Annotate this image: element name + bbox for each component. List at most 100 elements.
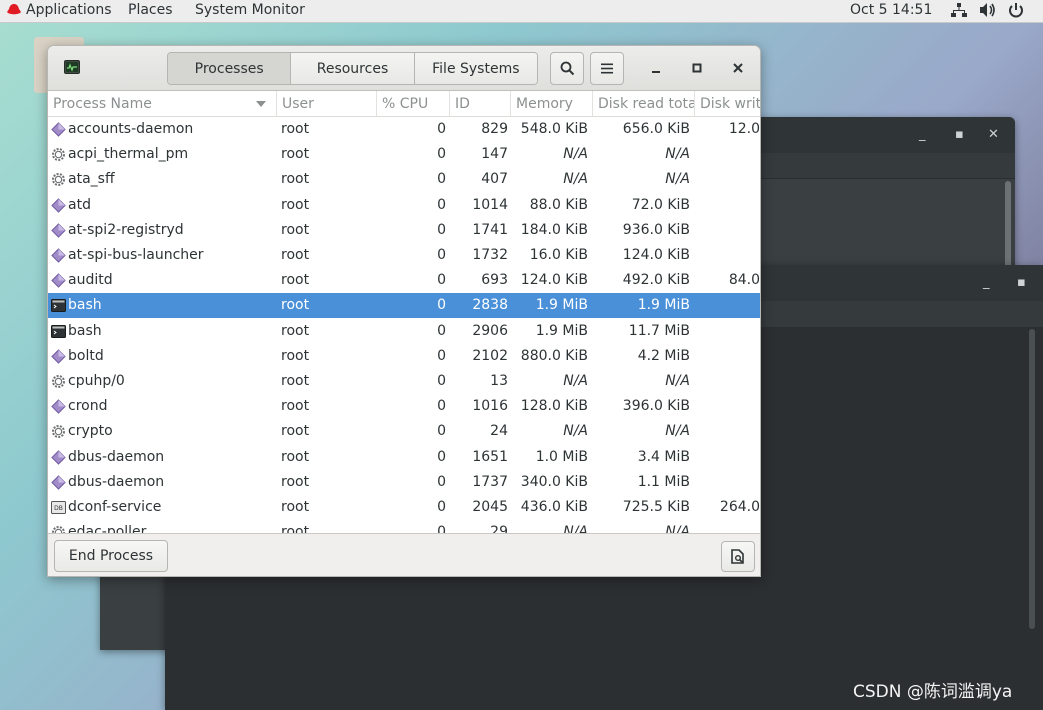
background-2-minimize-icon[interactable]: _ bbox=[983, 275, 990, 290]
tab-file-systems[interactable]: File Systems bbox=[413, 53, 537, 84]
process-id: 2045 bbox=[472, 499, 508, 515]
minimize-button[interactable] bbox=[647, 59, 665, 77]
process-memory: 16.0 KiB bbox=[529, 247, 588, 263]
clock[interactable]: Oct 5 14:51 bbox=[850, 2, 932, 18]
process-id: 693 bbox=[481, 272, 508, 289]
watermark: CSDN @陈词滥调ya bbox=[853, 682, 1013, 702]
places-menu[interactable]: Places bbox=[128, 2, 173, 18]
process-name: bash bbox=[68, 297, 102, 314]
table-row[interactable]: bash root 0 2906 1.9 MiB 11.7 MiB bbox=[48, 319, 760, 344]
column-user[interactable]: User bbox=[276, 91, 376, 117]
process-name: at-spi-bus-launcher bbox=[68, 247, 204, 263]
process-name: crypto bbox=[68, 423, 113, 440]
table-row[interactable]: acpi_thermal_pm root 0 147 N/A N/A bbox=[48, 142, 760, 167]
column-memory[interactable]: Memory bbox=[510, 91, 592, 117]
process-memory: N/A bbox=[563, 423, 588, 440]
process-name: accounts-daemon bbox=[68, 121, 194, 137]
process-memory: N/A bbox=[563, 171, 588, 188]
process-cpu: 0 bbox=[437, 347, 446, 364]
process-user: root bbox=[281, 423, 310, 440]
end-process-button[interactable]: End Process bbox=[54, 540, 168, 572]
process-name: acpi_thermal_pm bbox=[68, 146, 189, 163]
process-disk-read: 4.2 MiB bbox=[637, 347, 690, 364]
process-disk-write bbox=[692, 293, 760, 318]
table-row[interactable]: cpuhp/0 root 0 13 N/A N/A bbox=[48, 369, 760, 394]
applications-menu[interactable]: Applications bbox=[6, 2, 112, 18]
process-id: 147 bbox=[481, 146, 508, 163]
process-disk-write bbox=[692, 419, 760, 444]
process-disk-write: 12.0 bbox=[728, 121, 760, 137]
background-close-icon[interactable]: ✕ bbox=[988, 127, 999, 142]
menu-button[interactable] bbox=[590, 52, 624, 85]
app-menu[interactable]: System Monitor bbox=[195, 2, 305, 18]
process-disk-read: 72.0 KiB bbox=[631, 196, 690, 213]
process-memory: 436.0 KiB bbox=[520, 499, 588, 515]
gear-icon bbox=[51, 147, 66, 162]
column-disk-read[interactable]: Disk read tota bbox=[592, 91, 694, 117]
process-id: 1651 bbox=[472, 448, 508, 465]
table-row[interactable]: DB dconf-service root 0 2045 436.0 KiB 725.5 K… bbox=[48, 495, 760, 520]
maximize-button[interactable] bbox=[688, 59, 706, 77]
close-icon bbox=[733, 63, 743, 73]
table-row[interactable]: at-spi-bus-launcher root 0 1732 16.0 KiB 124.… bbox=[48, 243, 760, 268]
tab-processes[interactable]: Processes bbox=[168, 53, 291, 84]
table-row[interactable]: bash root 0 2838 1.9 MiB 1.9 MiB bbox=[48, 293, 760, 319]
column-id[interactable]: ID bbox=[449, 91, 510, 117]
process-disk-read: 936.0 KiB bbox=[622, 221, 690, 238]
volume-icon[interactable] bbox=[979, 2, 997, 18]
table-row[interactable]: edac-poller root 0 29 N/A N/A bbox=[48, 520, 760, 533]
search-icon bbox=[560, 61, 574, 76]
process-id: 1741 bbox=[472, 221, 508, 238]
process-user: root bbox=[281, 473, 310, 490]
network-icon[interactable] bbox=[951, 2, 967, 18]
tab-resources[interactable]: Resources bbox=[290, 53, 414, 84]
search-button[interactable] bbox=[550, 52, 584, 85]
background-window-2-scrollbar[interactable] bbox=[1029, 329, 1035, 629]
process-user: root bbox=[281, 247, 310, 263]
process-cpu: 0 bbox=[437, 196, 446, 213]
process-disk-read: N/A bbox=[665, 373, 690, 389]
column-cpu[interactable]: % CPU bbox=[376, 91, 449, 117]
table-row[interactable]: atd root 0 1014 88.0 KiB 72.0 KiB bbox=[48, 193, 760, 218]
process-user: root bbox=[281, 398, 310, 415]
process-cpu: 0 bbox=[437, 297, 446, 314]
process-cpu: 0 bbox=[437, 121, 446, 137]
process-disk-write bbox=[692, 445, 760, 470]
background-minimize-icon[interactable]: _ bbox=[919, 127, 926, 142]
power-icon[interactable] bbox=[1008, 2, 1024, 19]
table-row[interactable]: auditd root 0 693 124.0 KiB 492.0 KiB 84.0 bbox=[48, 268, 760, 293]
process-cpu: 0 bbox=[437, 272, 446, 289]
table-row[interactable]: crond root 0 1016 128.0 KiB 396.0 KiB bbox=[48, 394, 760, 419]
maximize-icon bbox=[692, 63, 702, 73]
table-row[interactable]: dbus-daemon root 0 1737 340.0 KiB 1.1 MiB bbox=[48, 470, 760, 495]
process-memory: 1.9 MiB bbox=[535, 297, 588, 314]
process-disk-read: N/A bbox=[665, 171, 690, 188]
table-row[interactable]: dbus-daemon root 0 1651 1.0 MiB 3.4 MiB bbox=[48, 445, 760, 470]
column-process-name[interactable]: Process Name bbox=[48, 91, 276, 117]
diamond-icon bbox=[51, 273, 66, 288]
table-row[interactable]: boltd root 0 2102 880.0 KiB 4.2 MiB bbox=[48, 344, 760, 369]
process-memory: 184.0 KiB bbox=[520, 221, 588, 238]
process-id: 1732 bbox=[472, 247, 508, 263]
close-button[interactable] bbox=[729, 59, 747, 77]
table-row[interactable]: crypto root 0 24 N/A N/A bbox=[48, 419, 760, 444]
gear-icon bbox=[51, 424, 66, 439]
background-maximize-icon[interactable]: ▪ bbox=[955, 127, 964, 142]
process-disk-read: 3.4 MiB bbox=[637, 448, 690, 465]
properties-button[interactable] bbox=[721, 541, 755, 572]
process-memory: N/A bbox=[563, 524, 588, 533]
gear-icon bbox=[51, 374, 66, 389]
diamond-icon bbox=[51, 449, 66, 465]
table-row[interactable]: ata_sff root 0 407 N/A N/A bbox=[48, 167, 760, 192]
table-row[interactable]: accounts-daemon root 0 829 548.0 KiB 656.0 Ki… bbox=[48, 117, 760, 142]
process-disk-write bbox=[692, 344, 760, 369]
background-2-maximize-icon[interactable]: ▪ bbox=[1017, 275, 1026, 290]
process-memory: N/A bbox=[563, 373, 588, 389]
table-row[interactable]: at-spi2-registryd root 0 1741 184.0 KiB 936.0… bbox=[48, 218, 760, 243]
process-id: 24 bbox=[490, 423, 508, 440]
column-disk-write[interactable]: Disk writ bbox=[694, 91, 760, 117]
gear-icon bbox=[51, 172, 66, 187]
svg-text:DB: DB bbox=[54, 505, 63, 512]
process-cpu: 0 bbox=[437, 171, 446, 188]
process-user: root bbox=[281, 347, 310, 364]
